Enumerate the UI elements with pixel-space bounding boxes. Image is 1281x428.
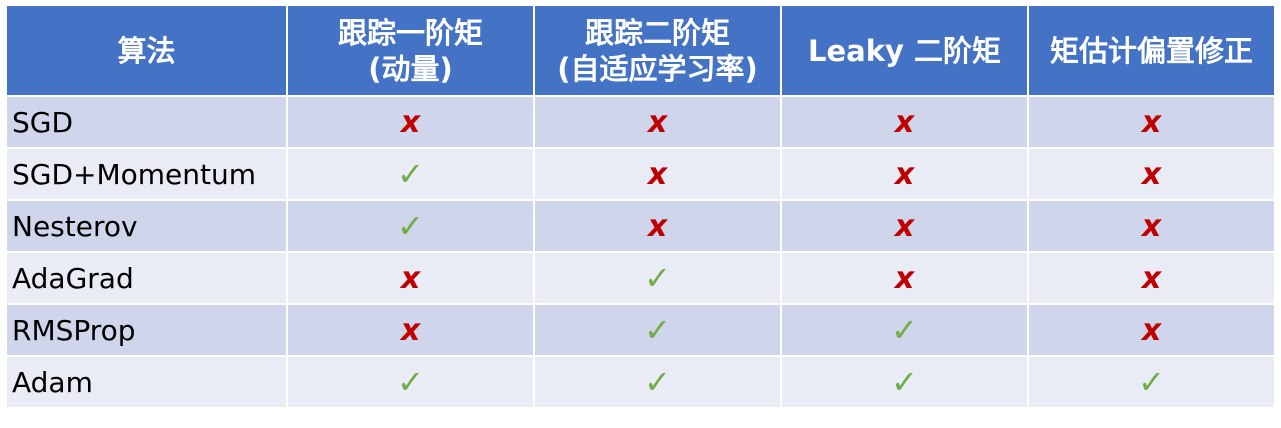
cross-icon: x: [894, 260, 915, 296]
cross-icon: x: [400, 312, 421, 348]
check-icon: ✓: [891, 363, 918, 401]
algorithm-name-cell: Nesterov: [5, 199, 288, 253]
table-header-row: 算法 跟踪一阶矩 (动量) 跟踪二阶矩 (自适应学习率) Leaky 二阶矩 矩…: [5, 4, 1276, 97]
feature-cell: ✓: [780, 355, 1029, 409]
check-icon: ✓: [1138, 363, 1165, 401]
cross-icon: x: [1141, 312, 1162, 348]
feature-cell: ✓: [286, 355, 535, 409]
table-row: SGD+Momentum ✓ x x x: [5, 147, 1276, 201]
cross-icon: x: [647, 104, 668, 140]
header-bias-correction: 矩估计偏置修正: [1027, 4, 1276, 97]
feature-cell: x: [1027, 251, 1276, 305]
check-icon: ✓: [397, 155, 424, 193]
algorithm-name-cell: AdaGrad: [5, 251, 288, 305]
feature-cell: x: [780, 147, 1029, 201]
feature-cell: x: [1027, 95, 1276, 149]
table-row: Nesterov ✓ x x x: [5, 199, 1276, 253]
feature-cell: x: [533, 199, 782, 253]
optimizer-comparison-table: 算法 跟踪一阶矩 (动量) 跟踪二阶矩 (自适应学习率) Leaky 二阶矩 矩…: [5, 4, 1276, 409]
table-row: RMSProp x ✓ ✓ x: [5, 303, 1276, 357]
feature-cell: x: [780, 251, 1029, 305]
feature-cell: ✓: [1027, 355, 1276, 409]
algorithm-name-cell: RMSProp: [5, 303, 288, 357]
cross-icon: x: [894, 104, 915, 140]
feature-cell: x: [286, 303, 535, 357]
header-leaky-second-moment: Leaky 二阶矩: [780, 4, 1029, 97]
cross-icon: x: [1141, 104, 1162, 140]
header-label: 跟踪二阶矩: [584, 15, 730, 50]
check-icon: ✓: [397, 207, 424, 245]
feature-cell: ✓: [286, 199, 535, 253]
header-label: Leaky 二阶矩: [807, 33, 1001, 68]
check-icon: ✓: [397, 363, 424, 401]
cross-icon: x: [1141, 208, 1162, 244]
algorithm-name-cell: SGD: [5, 95, 288, 149]
cross-icon: x: [647, 208, 668, 244]
header-sublabel: (动量): [368, 51, 453, 86]
header-label: 算法: [117, 33, 176, 68]
table-row: AdaGrad x ✓ x x: [5, 251, 1276, 305]
cross-icon: x: [647, 156, 668, 192]
cross-icon: x: [400, 260, 421, 296]
feature-cell: ✓: [533, 355, 782, 409]
feature-cell: ✓: [286, 147, 535, 201]
feature-cell: x: [780, 199, 1029, 253]
cross-icon: x: [1141, 156, 1162, 192]
check-icon: ✓: [644, 363, 671, 401]
table-row: SGD x x x x: [5, 95, 1276, 149]
header-label: 矩估计偏置修正: [1049, 33, 1253, 68]
algorithm-name-cell: Adam: [5, 355, 288, 409]
header-label: 跟踪一阶矩: [337, 15, 483, 50]
feature-cell: x: [1027, 199, 1276, 253]
table-body: SGD x x x x SGD+Momentum ✓ x x x Nesterov ✓ x x x AdaGr…: [5, 95, 1276, 409]
table-row: Adam ✓ ✓ ✓ ✓: [5, 355, 1276, 409]
feature-cell: x: [286, 251, 535, 305]
comparison-table-wrapper: 算法 跟踪一阶矩 (动量) 跟踪二阶矩 (自适应学习率) Leaky 二阶矩 矩…: [5, 4, 1276, 409]
feature-cell: ✓: [533, 251, 782, 305]
header-algorithm: 算法: [5, 4, 288, 97]
cross-icon: x: [894, 208, 915, 244]
feature-cell: x: [1027, 147, 1276, 201]
algorithm-name-cell: SGD+Momentum: [5, 147, 288, 201]
check-icon: ✓: [644, 311, 671, 349]
feature-cell: x: [1027, 303, 1276, 357]
feature-cell: ✓: [533, 303, 782, 357]
header-first-moment: 跟踪一阶矩 (动量): [286, 4, 535, 97]
cross-icon: x: [400, 104, 421, 140]
header-sublabel: (自适应学习率): [557, 51, 758, 86]
feature-cell: ✓: [780, 303, 1029, 357]
cross-icon: x: [1141, 260, 1162, 296]
feature-cell: x: [533, 147, 782, 201]
check-icon: ✓: [891, 311, 918, 349]
feature-cell: x: [286, 95, 535, 149]
feature-cell: x: [533, 95, 782, 149]
header-second-moment: 跟踪二阶矩 (自适应学习率): [533, 4, 782, 97]
cross-icon: x: [894, 156, 915, 192]
check-icon: ✓: [644, 259, 671, 297]
feature-cell: x: [780, 95, 1029, 149]
